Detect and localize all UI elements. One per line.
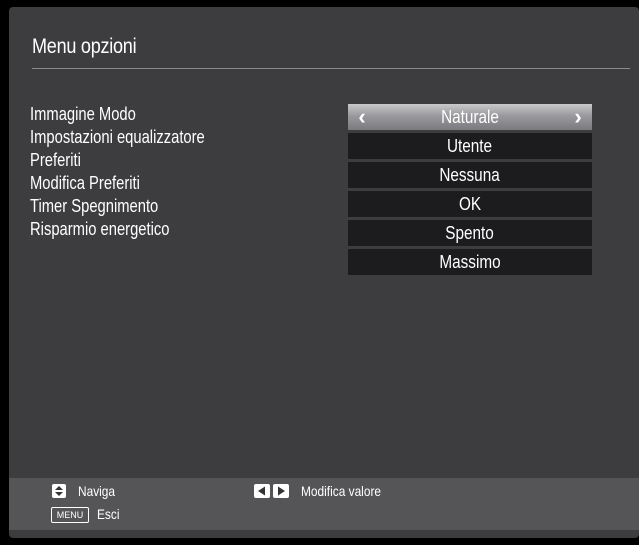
- menu-title: Menu opzioni: [32, 35, 137, 58]
- option-value-text: Nessuna: [439, 165, 501, 185]
- left-right-arrows-icon: [254, 484, 289, 498]
- option-label-favorites: Preferiti: [30, 150, 81, 170]
- change-value-hint: Modifica valore: [301, 483, 382, 499]
- option-value-sleep-timer[interactable]: Spento: [348, 220, 592, 246]
- option-label-equalizer: Impostazioni equalizzatore: [30, 127, 205, 147]
- menu-key-icon: MENU: [51, 507, 89, 523]
- option-labels: Immagine Modo Impostazioni equalizzatore…: [30, 103, 243, 241]
- option-value-text: Utente: [447, 136, 493, 156]
- title-divider: [32, 68, 630, 69]
- option-values: ‹ Naturale › Utente Nessuna OK Spento Ma…: [348, 104, 592, 278]
- option-label-edit-favorites: Modifica Preferiti: [30, 173, 140, 193]
- exit-hint: Esci: [97, 506, 120, 522]
- option-value-favorites[interactable]: Nessuna: [348, 162, 592, 188]
- option-label-energy-saving: Risparmio energetico: [30, 219, 170, 239]
- up-down-arrows-icon: [52, 484, 66, 498]
- option-label-picture-mode: Immagine Modo: [30, 104, 136, 124]
- option-label-sleep-timer: Timer Spegnimento: [30, 196, 159, 216]
- option-value-text: OK: [458, 194, 482, 214]
- option-value-edit-favorites[interactable]: OK: [348, 191, 592, 217]
- chevron-right-icon[interactable]: ›: [568, 104, 588, 130]
- option-value-energy-saving[interactable]: Massimo: [348, 249, 592, 275]
- option-value-picture-mode[interactable]: ‹ Naturale ›: [348, 104, 592, 130]
- option-value-text: Spento: [445, 223, 495, 243]
- navigate-hint: Naviga: [78, 483, 116, 499]
- option-value-equalizer[interactable]: Utente: [348, 133, 592, 159]
- option-value-text: Naturale: [441, 107, 499, 127]
- chevron-left-icon[interactable]: ‹: [352, 104, 372, 130]
- option-value-text: Massimo: [439, 252, 501, 272]
